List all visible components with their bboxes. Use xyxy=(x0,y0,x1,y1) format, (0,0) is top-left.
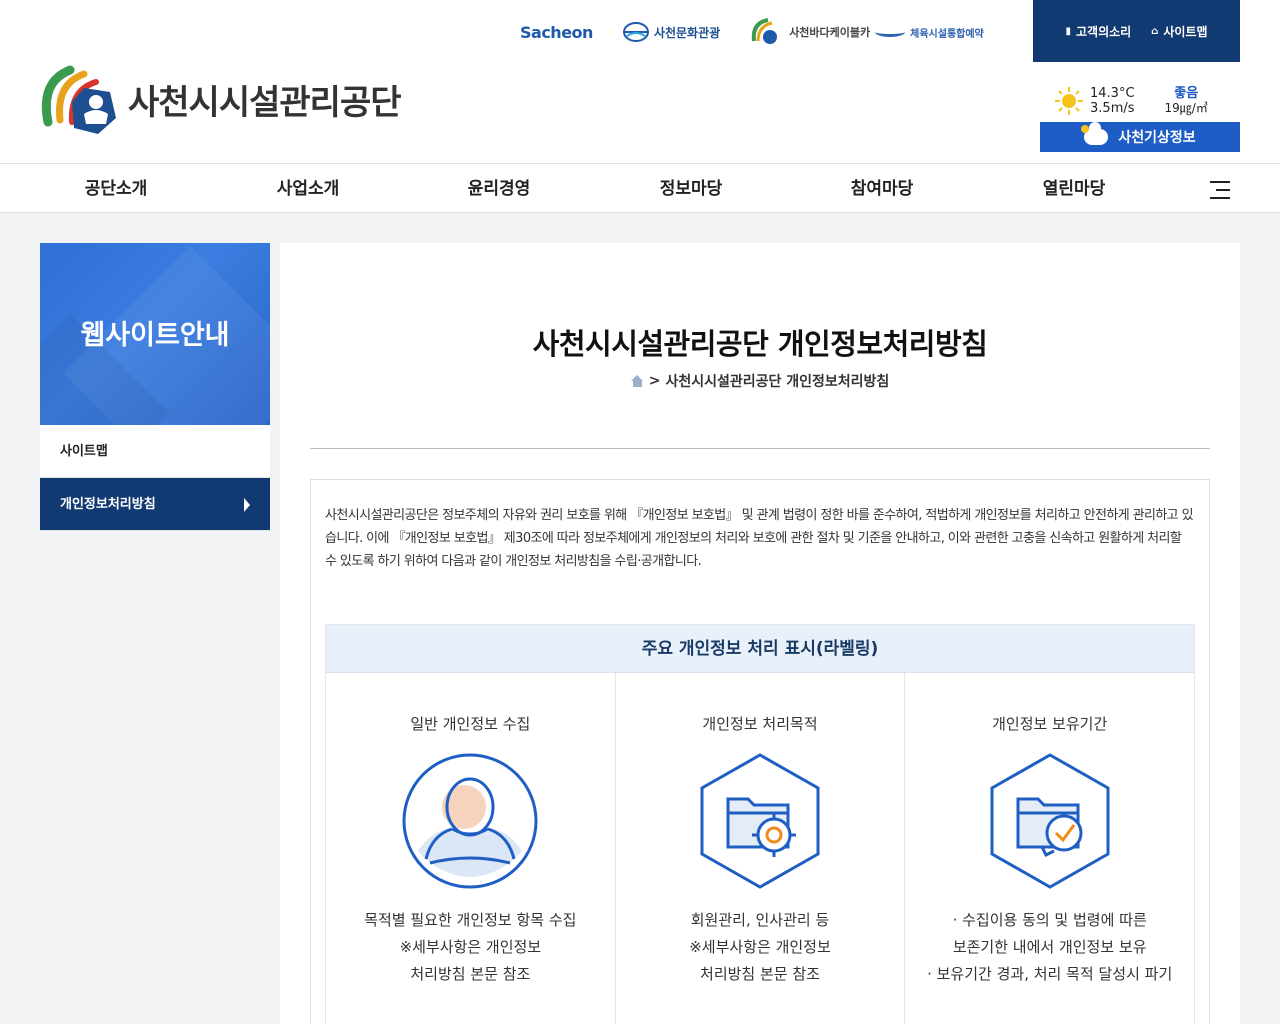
gnb-item-participation[interactable]: 참여마당 xyxy=(802,164,962,214)
sidebar-title-panel: 웹사이트안내 xyxy=(40,243,270,425)
page-title: 사천시시설관리공단 개인정보처리방침 xyxy=(532,327,988,361)
pm-value: 19㎍/㎥ xyxy=(1164,101,1208,115)
sacheon-city-link[interactable]: Sacheon xyxy=(520,23,593,42)
folder-gear-icon xyxy=(700,753,820,889)
folder-clock-icon xyxy=(990,753,1110,889)
policy-intro: 사천시시설관리공단은 정보주체의 자유와 권리 보호를 위해 『개인정보 보호법… xyxy=(325,508,1194,569)
breadcrumb-separator: > xyxy=(648,373,661,389)
policy-box: 사천시시설관리공단은 정보주체의 자유와 권리 보호를 위해 『개인정보 보호법… xyxy=(310,479,1210,1024)
utility-menu: ▮ 고객의소리 ⌂ 사이트맵 xyxy=(1033,0,1240,62)
wind-speed: 3.5m/s xyxy=(1090,101,1135,116)
main-navigation: 공단소개 사업소개 윤리경영 정보마당 참여마당 열린마당 xyxy=(0,163,1280,213)
home-icon: ⌂ xyxy=(1151,25,1159,37)
cable-car-link[interactable]: 사천바다케이블카 체육시설통합예약 xyxy=(750,17,984,47)
sun-icon xyxy=(1055,87,1083,115)
sidebar-title: 웹사이트안내 xyxy=(80,320,230,351)
weather-info-button[interactable]: 사천기상정보 xyxy=(1040,122,1240,152)
labeling-box: 주요 개인정보 처리 표시(라벨링) 일반 개인정보 수집 목적별 필요한 개인… xyxy=(325,624,1195,1024)
home-icon[interactable] xyxy=(630,375,644,387)
label-column-title: 개인정보 처리목적 xyxy=(702,715,818,733)
breadcrumb-current: 사천시시설관리공단 개인정보처리방침 xyxy=(665,374,890,390)
culture-tourism-icon xyxy=(622,22,649,42)
family-site-links: Sacheon 사천문화관광 사천바다케이블카 체육시설통합예약 xyxy=(520,14,984,50)
label-column: 개인정보 보유기간 · 수집이용 동의 및 법령에 따른 보존기한 내에서 개인… xyxy=(905,673,1194,1024)
gnb-item-information[interactable]: 정보마당 xyxy=(611,164,771,214)
culture-tourism-link[interactable]: 사천문화관광 xyxy=(622,21,720,43)
gnb-item-about[interactable]: 공단소개 xyxy=(36,164,196,214)
main-content: 사천시시설관리공단 개인정보처리방침 > 사천시시설관리공단 개인정보처리방침 … xyxy=(280,243,1240,1024)
sacheon-logo-text: Sacheon xyxy=(520,22,593,42)
document-icon: ▮ xyxy=(1065,25,1071,37)
logo-text: 사천시시설관리공단 xyxy=(128,82,402,123)
wave-icon xyxy=(875,27,906,37)
cloud-sun-icon xyxy=(1081,122,1109,145)
site-logo[interactable]: 사천시시설관리공단 xyxy=(40,62,402,136)
label-column: 개인정보 처리목적 회원관리, 인사관리 등 ※세부사항은 개인정보 처리방침 … xyxy=(616,673,906,1024)
air-quality-status: 좋음 xyxy=(1174,86,1199,101)
gnb-item-ethics[interactable]: 윤리경영 xyxy=(419,164,579,214)
label-column-description: 목적별 필요한 개인정보 항목 수집 ※세부사항은 개인정보 처리방침 본문 참… xyxy=(364,911,577,983)
site-header: Sacheon 사천문화관광 사천바다케이블카 체육시설통합예약 ▮ 고객의소리 xyxy=(0,0,1280,163)
breadcrumb: > 사천시시설관리공단 개인정보처리방침 xyxy=(280,371,1240,391)
weather-widget: 14.3°C 3.5m/s 좋음 19㎍/㎥ 사천기상정보 xyxy=(1040,82,1240,152)
title-divider xyxy=(310,448,1210,449)
customer-voice-link[interactable]: ▮ 고객의소리 xyxy=(1065,23,1131,40)
temperature: 14.3°C xyxy=(1090,86,1135,101)
sidebar-item-privacy-policy[interactable]: 개인정보처리방침 xyxy=(40,478,270,531)
label-column-title: 일반 개인정보 수집 xyxy=(410,715,531,733)
label-column-description: 회원관리, 인사관리 등 ※세부사항은 개인정보 처리방침 본문 참조 xyxy=(689,911,831,983)
label-column-description: · 수집이용 동의 및 법령에 따른 보존기한 내에서 개인정보 보유 · 보유… xyxy=(927,911,1173,983)
label-column: 일반 개인정보 수집 목적별 필요한 개인정보 항목 수집 ※세부사항은 개인정… xyxy=(326,673,616,1024)
logo-mark-icon xyxy=(41,65,116,134)
menu-icon[interactable] xyxy=(1210,181,1230,199)
cable-car-logo-icon xyxy=(751,18,778,44)
label-column-title: 개인정보 보유기간 xyxy=(992,715,1108,733)
chevron-right-icon xyxy=(244,498,250,512)
user-icon xyxy=(402,753,538,889)
sidebar-item-sitemap[interactable]: 사이트맵 xyxy=(40,425,270,478)
labeling-heading: 주요 개인정보 처리 표시(라벨링) xyxy=(326,625,1194,673)
sidebar-menu: 사이트맵 개인정보처리방침 xyxy=(40,425,270,531)
gnb-item-business[interactable]: 사업소개 xyxy=(228,164,388,214)
sitemap-link[interactable]: ⌂ 사이트맵 xyxy=(1151,23,1207,40)
gnb-item-open[interactable]: 열린마당 xyxy=(994,164,1154,214)
air-quality-block: 좋음 19㎍/㎥ xyxy=(1165,86,1208,116)
temperature-block: 14.3°C 3.5m/s xyxy=(1090,86,1135,116)
